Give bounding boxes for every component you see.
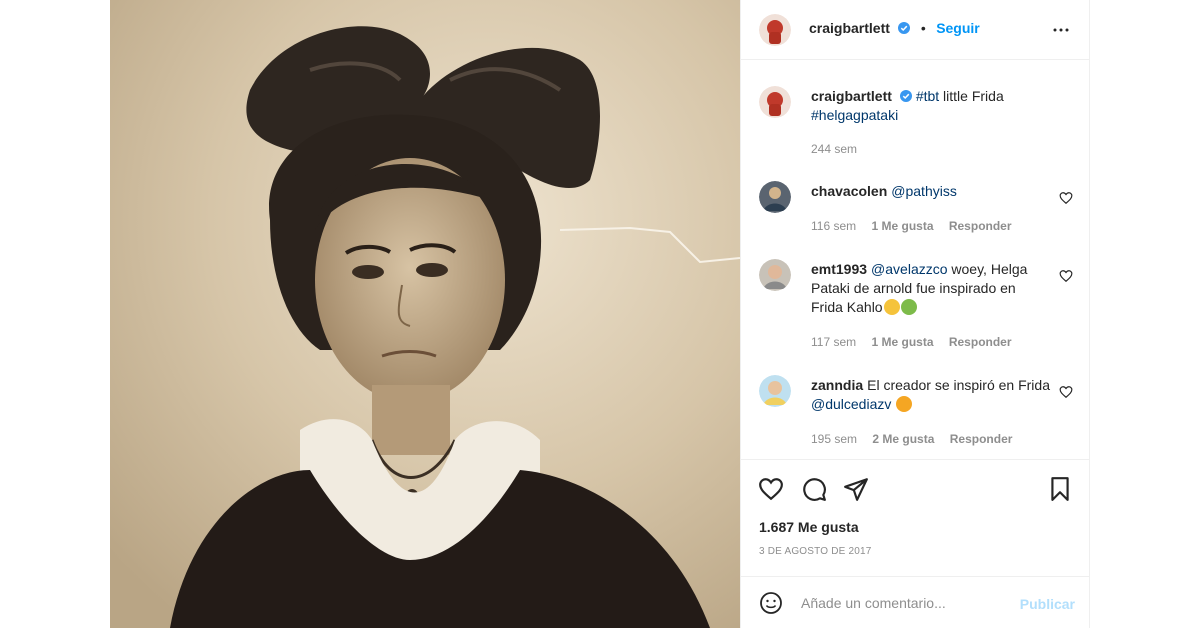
comment-meta: 117 sem 1 Me gusta Responder — [811, 335, 1024, 349]
comment-bubble-icon[interactable] — [801, 476, 827, 502]
commenter-username[interactable]: zanndia — [811, 377, 863, 393]
reply-button[interactable]: Responder — [950, 432, 1013, 446]
share-paper-plane-icon[interactable] — [843, 476, 869, 502]
verified-badge-icon — [898, 22, 911, 34]
commenter-avatar[interactable] — [759, 181, 791, 213]
comment-body: El creador se inspiró en Frida — [867, 377, 1050, 393]
cat-heart-eyes-emoji — [896, 396, 913, 412]
comment-meta: 116 sem 1 Me gusta Responder — [811, 219, 1024, 233]
comment-time[interactable]: 117 sem — [811, 335, 856, 349]
comment-input[interactable] — [801, 591, 1001, 615]
nauseated-face-emoji — [900, 299, 917, 315]
post-actions: 1.687 Me gusta 3 DE AGOSTO DE 2017 — [741, 459, 1089, 569]
author-avatar[interactable] — [759, 14, 791, 46]
comment-time[interactable]: 116 sem — [811, 219, 856, 233]
hashtag-helgagpataki[interactable]: #helgagpataki — [811, 107, 898, 123]
comment-like-heart-icon[interactable] — [1059, 191, 1073, 205]
comment-meta: 195 sem 2 Me gusta Responder — [811, 432, 1024, 446]
save-bookmark-icon[interactable] — [1047, 476, 1073, 502]
more-options-icon[interactable] — [1049, 18, 1073, 42]
comment-likes-count[interactable]: 2 Me gusta — [872, 432, 934, 446]
comment-text: chavacolen @pathyiss — [811, 182, 1051, 201]
like-heart-icon[interactable] — [758, 476, 784, 502]
commenter-avatar[interactable] — [759, 259, 791, 291]
comment-mention[interactable]: @dulcediazv — [811, 396, 891, 412]
verified-badge-icon — [899, 90, 912, 102]
comment-mention[interactable]: @pathyiss — [891, 183, 957, 199]
reply-button[interactable]: Responder — [949, 335, 1012, 349]
comment-mention[interactable]: @avelazzco — [871, 261, 947, 277]
caption-username[interactable]: craigbartlett — [811, 88, 892, 104]
follow-button[interactable]: Seguir — [936, 20, 980, 36]
comment-likes-count[interactable]: 1 Me gusta — [871, 219, 933, 233]
caption-text: craigbartlett #tbt little Frida #helgagp… — [811, 87, 1051, 125]
emoji-picker-icon[interactable] — [759, 591, 783, 615]
caption-time[interactable]: 244 sem — [811, 142, 857, 156]
comment-composer: Publicar — [741, 576, 1089, 628]
smiling-face-with-hearts-emoji — [883, 299, 900, 315]
post-photo[interactable] — [110, 0, 740, 628]
caption-avatar[interactable] — [759, 86, 791, 118]
post-header: craigbartlett • Seguir — [741, 0, 1089, 60]
caption-body: little Frida — [939, 88, 1004, 104]
commenter-username[interactable]: emt1993 — [811, 261, 867, 277]
post-detail-panel: craigbartlett • Seguir craigbartlett #tb… — [740, 0, 1090, 628]
comment-text: emt1993 @avelazzco woey, Helga Pataki de … — [811, 260, 1051, 317]
comment-text: zanndia El creador se inspiró en Frida @d… — [811, 376, 1051, 414]
comment-likes-count[interactable]: 1 Me gusta — [871, 335, 933, 349]
separator-dot: • — [920, 20, 926, 36]
likes-count[interactable]: 1.687 Me gusta — [759, 519, 859, 535]
commenter-avatar[interactable] — [759, 375, 791, 407]
comment-like-heart-icon[interactable] — [1059, 385, 1073, 399]
publish-button[interactable]: Publicar — [1020, 596, 1075, 612]
comment-time[interactable]: 195 sem — [811, 432, 857, 446]
comments-list[interactable]: craigbartlett #tbt little Frida #helgagp… — [741, 61, 1089, 459]
hashtag-tbt[interactable]: #tbt — [916, 88, 939, 104]
post-date[interactable]: 3 DE AGOSTO DE 2017 — [759, 546, 872, 557]
caption-meta: 244 sem — [811, 142, 869, 156]
comment-like-heart-icon[interactable] — [1059, 269, 1073, 283]
commenter-username[interactable]: chavacolen — [811, 183, 887, 199]
reply-button[interactable]: Responder — [949, 219, 1012, 233]
author-username[interactable]: craigbartlett — [809, 20, 890, 36]
